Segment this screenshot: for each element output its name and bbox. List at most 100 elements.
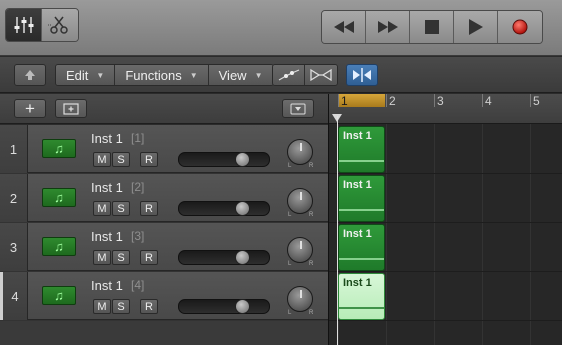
pan-knob[interactable]	[287, 188, 313, 214]
playhead-line	[337, 116, 338, 345]
menu-functions-label: Functions	[125, 67, 182, 83]
midi-region[interactable]: Inst 1	[338, 273, 385, 320]
region-note-line	[339, 160, 384, 162]
stop-icon	[424, 20, 439, 34]
solo-button[interactable]: S	[112, 250, 130, 265]
track-index: [3]	[131, 229, 145, 243]
track-row[interactable]: 1 ♫ Inst 1 [1] M S R L R	[0, 125, 328, 173]
volume-fader[interactable]	[178, 152, 270, 167]
instrument-icon[interactable]: ♫	[42, 237, 76, 256]
track-name[interactable]: Inst 1	[91, 131, 123, 146]
bar-tick	[386, 94, 387, 107]
volume-fader[interactable]	[178, 201, 270, 216]
pan-knob[interactable]	[287, 237, 313, 263]
track-name[interactable]: Inst 1	[91, 229, 123, 244]
play-button[interactable]	[454, 11, 498, 43]
pan-left-label: L	[288, 310, 292, 316]
fader-knob[interactable]	[235, 152, 250, 167]
instrument-icon[interactable]: ♫	[42, 188, 76, 207]
midi-region[interactable]: Inst 1	[338, 224, 385, 271]
mute-button[interactable]: M	[93, 152, 111, 167]
mixer-icon	[14, 17, 33, 33]
automation-flex-group	[272, 64, 338, 86]
record-enable-button[interactable]: R	[140, 201, 158, 216]
rewind-button[interactable]	[322, 11, 366, 43]
region-name: Inst 1	[343, 277, 372, 289]
fader-knob[interactable]	[235, 250, 250, 265]
bar-number: 1	[341, 94, 348, 108]
view-toggle-group	[5, 8, 79, 42]
track-name[interactable]: Inst 1	[91, 180, 123, 195]
bar-tick	[482, 94, 483, 107]
midi-region[interactable]: Inst 1	[338, 175, 385, 222]
bar-tick	[530, 94, 531, 107]
local-menus: Edit ▼ Functions ▼ View ▼	[55, 64, 274, 86]
record-enable-button[interactable]: R	[140, 250, 158, 265]
track-options-button[interactable]	[282, 99, 314, 118]
record-button[interactable]	[498, 11, 542, 43]
automation-icon	[278, 69, 299, 81]
control-bar	[0, 0, 562, 56]
pan-knob[interactable]	[287, 139, 313, 165]
solo-button[interactable]: S	[112, 299, 130, 314]
pan-right-label: R	[309, 163, 314, 169]
track-row[interactable]: 3 ♫ Inst 1 [3] M S R L R	[0, 223, 328, 271]
play-icon	[468, 19, 483, 35]
solo-button[interactable]: S	[112, 201, 130, 216]
fader-knob[interactable]	[235, 201, 250, 216]
track-row[interactable]: 2 ♫ Inst 1 [2] M S R L R	[0, 174, 328, 222]
region-note-line	[339, 258, 384, 260]
track-name[interactable]: Inst 1	[91, 278, 123, 293]
mute-button[interactable]: M	[93, 250, 111, 265]
bar-tick	[338, 94, 339, 107]
chevron-down-icon: ▼	[96, 70, 105, 80]
record-enable-button[interactable]: R	[140, 152, 158, 167]
chevron-down-icon: ▼	[254, 70, 263, 80]
menu-functions[interactable]: Functions ▼	[115, 65, 209, 85]
track-list: 1 ♫ Inst 1 [1] M S R L R 2 ♫ Inst 1 [2] …	[0, 125, 328, 345]
track-header-strip: +	[0, 94, 328, 124]
instrument-icon[interactable]: ♫	[42, 139, 76, 158]
record-icon	[512, 19, 528, 35]
bar-ruler[interactable]: 1 2 3 4 5	[329, 94, 562, 124]
region-name: Inst 1	[343, 228, 372, 240]
bar-number: 2	[389, 94, 396, 108]
dropdown-icon	[290, 103, 306, 114]
editor-button[interactable]	[42, 9, 78, 41]
track-index: [2]	[131, 180, 145, 194]
tracks-toolbar: Edit ▼ Functions ▼ View ▼	[0, 57, 562, 93]
plus-icon: +	[25, 99, 35, 118]
instrument-icon[interactable]: ♫	[42, 286, 76, 305]
go-up-button[interactable]	[14, 64, 46, 86]
record-enable-button[interactable]: R	[140, 299, 158, 314]
empty-track-area[interactable]	[0, 321, 328, 345]
mixer-button[interactable]	[6, 9, 42, 41]
pan-knob[interactable]	[287, 286, 313, 312]
track-number: 1	[0, 125, 28, 173]
volume-fader[interactable]	[178, 250, 270, 265]
bar-number: 3	[437, 94, 444, 108]
track-row[interactable]: 4 ♫ Inst 1 [4] M S R L R	[0, 272, 328, 320]
catch-icon	[353, 68, 371, 82]
mute-button[interactable]: M	[93, 201, 111, 216]
volume-fader[interactable]	[178, 299, 270, 314]
solo-button[interactable]: S	[112, 152, 130, 167]
automation-button[interactable]	[273, 65, 305, 85]
pan-left-label: L	[288, 261, 292, 267]
arrow-up-icon	[25, 70, 35, 80]
flex-button[interactable]	[305, 65, 337, 85]
menu-edit[interactable]: Edit ▼	[56, 65, 116, 85]
mute-button[interactable]: M	[93, 299, 111, 314]
fast-forward-button[interactable]	[366, 11, 410, 43]
midi-region[interactable]: Inst 1	[338, 126, 385, 173]
bar-tick	[434, 94, 435, 107]
duplicate-track-button[interactable]	[55, 99, 87, 118]
stop-button[interactable]	[410, 11, 454, 43]
catch-playhead-button[interactable]	[346, 64, 378, 86]
fader-knob[interactable]	[235, 299, 250, 314]
menu-view[interactable]: View ▼	[208, 65, 273, 85]
add-track-button[interactable]: +	[14, 99, 46, 118]
transport-controls	[321, 10, 543, 44]
region-note-line	[339, 209, 384, 211]
track-index: [4]	[131, 278, 145, 292]
